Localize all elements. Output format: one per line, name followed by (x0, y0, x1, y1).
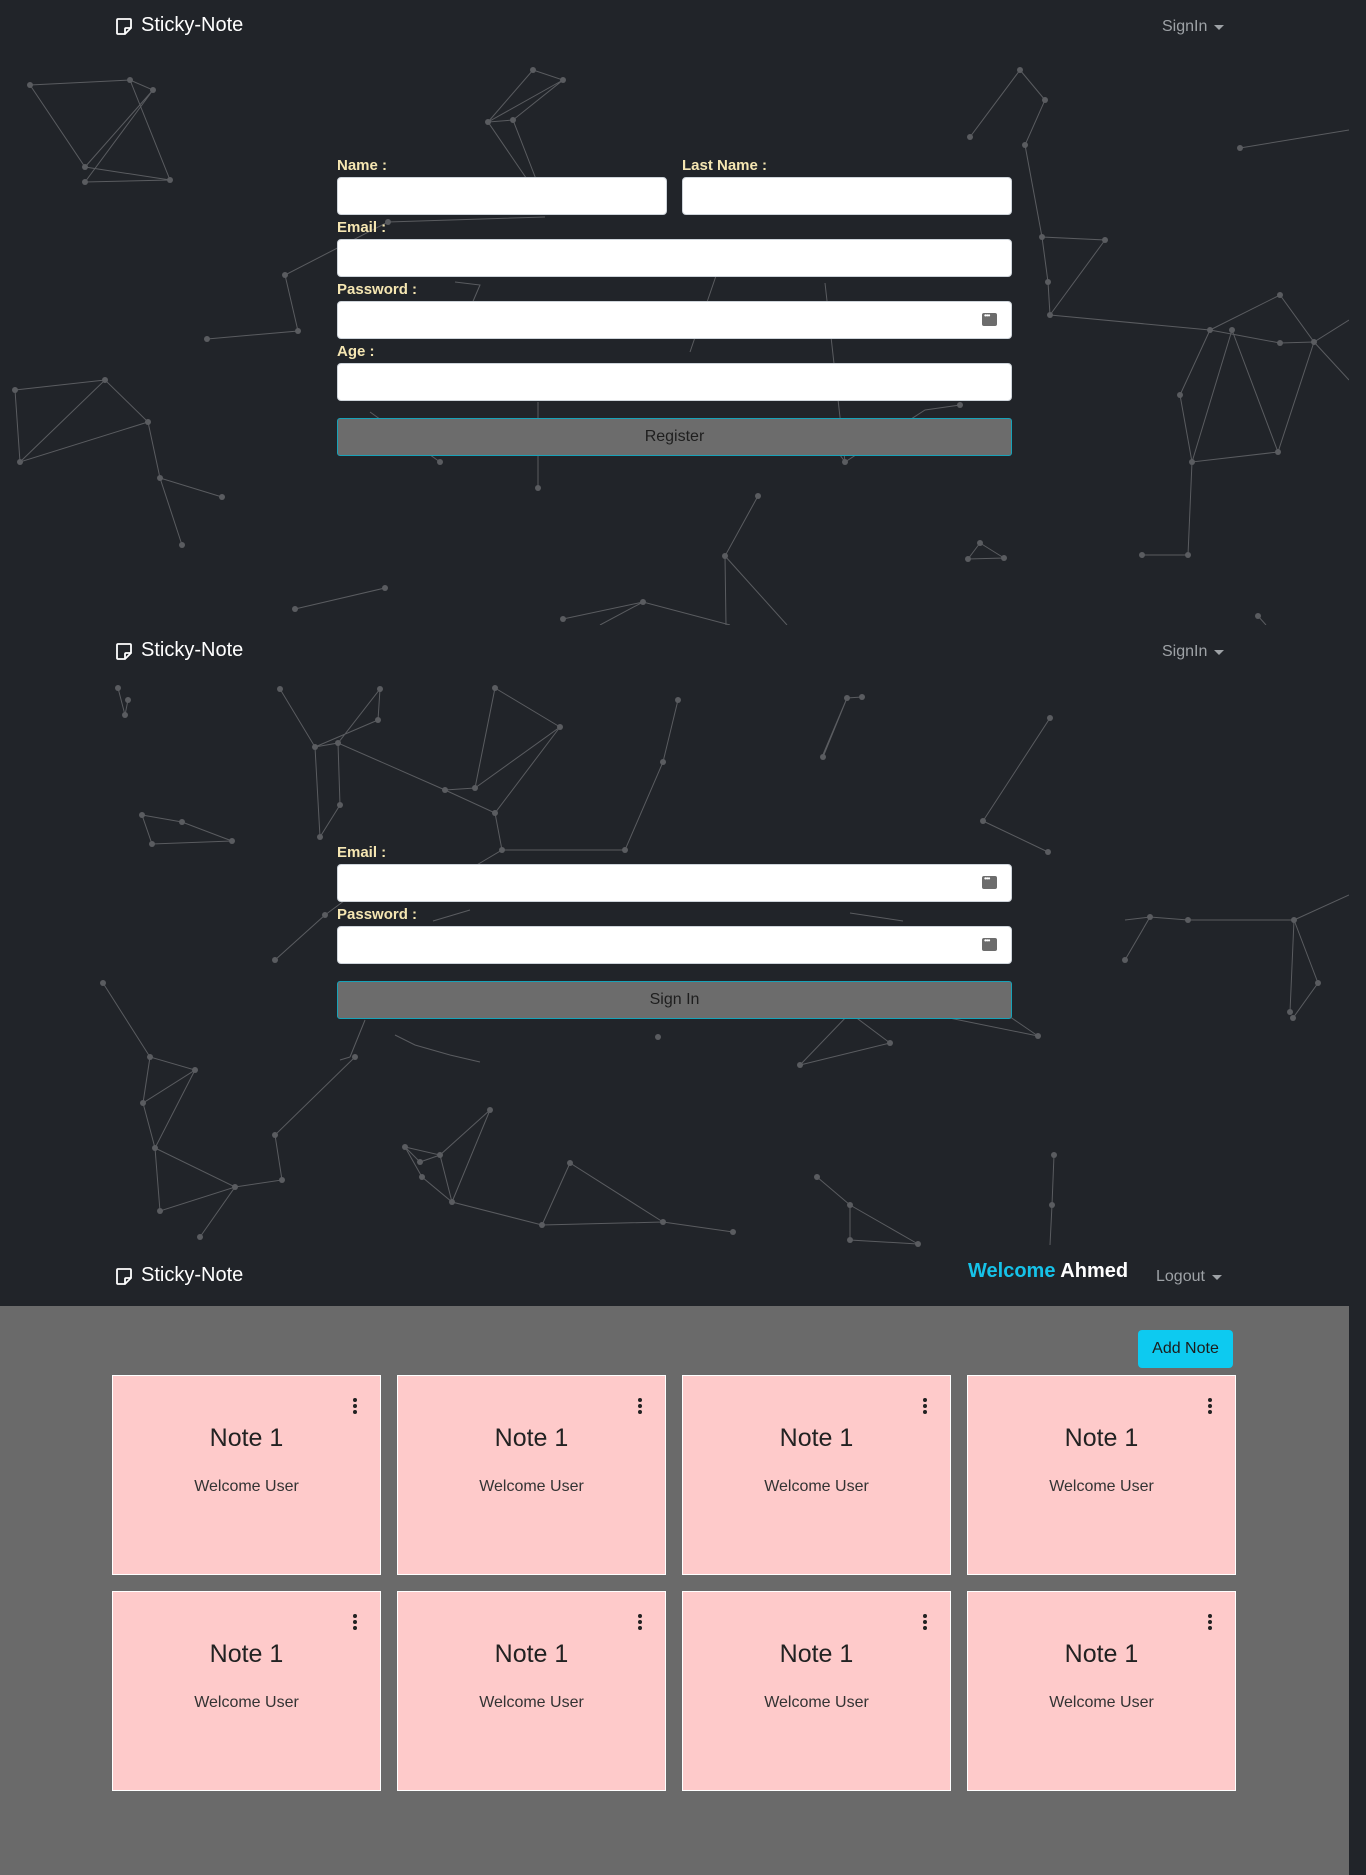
more-options-icon[interactable] (922, 1398, 928, 1416)
caret-down-icon (1214, 24, 1225, 30)
notes-screen: Sticky-Note Welcome Ahmed Logout Add Not… (0, 1250, 1349, 1875)
email-label: Email : (337, 844, 387, 861)
sticky-note-icon (116, 17, 132, 35)
note-card[interactable]: Note 1 Welcome User (397, 1375, 666, 1575)
note-card[interactable]: Note 1 Welcome User (967, 1375, 1236, 1575)
name-label: Name : (337, 157, 388, 174)
logout-dropdown[interactable]: Logout (1156, 1268, 1222, 1286)
caret-down-icon (1214, 649, 1225, 655)
note-title: Note 1 (494, 1640, 569, 1668)
signin-screen: Sticky-Note SignIn Email : Password : Si… (0, 625, 1349, 1250)
welcome-message: Welcome Ahmed (968, 1260, 1128, 1283)
navbar: Sticky-Note SignIn (0, 625, 1349, 681)
password-input[interactable] (337, 926, 1012, 964)
notes-area: Add Note Note 1 Welcome User Note 1 Welc… (0, 1306, 1349, 1875)
signin-dropdown-label: SignIn (1162, 643, 1208, 660)
brand-name: Sticky-Note (141, 1264, 244, 1286)
signin-dropdown[interactable]: SignIn (1162, 643, 1225, 661)
age-label: Age : (337, 343, 375, 360)
note-title: Note 1 (1064, 1640, 1139, 1668)
brand-link[interactable]: Sticky-Note (115, 639, 243, 662)
note-body: Welcome User (479, 1478, 584, 1495)
brand-name: Sticky-Note (141, 639, 244, 661)
note-body: Welcome User (764, 1478, 869, 1495)
note-body: Welcome User (764, 1694, 869, 1711)
password-manager-icon[interactable] (982, 311, 997, 326)
more-options-icon[interactable] (1207, 1614, 1213, 1632)
note-card[interactable]: Note 1 Welcome User (397, 1591, 666, 1791)
note-title: Note 1 (209, 1424, 284, 1452)
signin-button[interactable]: Sign In (337, 981, 1012, 1019)
last-name-label: Last Name : (682, 157, 768, 174)
note-card[interactable]: Note 1 Welcome User (967, 1591, 1236, 1791)
register-screen: Sticky-Note SignIn Name : Last Name : Em… (0, 0, 1349, 625)
note-card[interactable]: Note 1 Welcome User (682, 1375, 951, 1575)
email-input[interactable] (337, 864, 1012, 902)
user-name: Ahmed (1060, 1260, 1129, 1282)
signin-dropdown[interactable]: SignIn (1162, 18, 1225, 36)
note-body: Welcome User (194, 1478, 299, 1495)
email-label: Email : (337, 219, 387, 236)
password-label: Password : (337, 281, 418, 298)
note-title: Note 1 (1064, 1424, 1139, 1452)
note-card[interactable]: Note 1 Welcome User (682, 1591, 951, 1791)
password-manager-icon[interactable] (982, 936, 997, 951)
more-options-icon[interactable] (922, 1614, 928, 1632)
password-label: Password : (337, 906, 418, 923)
note-title: Note 1 (494, 1424, 569, 1452)
name-input[interactable] (337, 177, 667, 215)
navbar: Sticky-Note SignIn (0, 0, 1349, 56)
age-input[interactable] (337, 363, 1012, 401)
more-options-icon[interactable] (637, 1398, 643, 1416)
brand-link[interactable]: Sticky-Note (115, 14, 243, 37)
sticky-note-icon (116, 1267, 132, 1285)
register-button[interactable]: Register (337, 418, 1012, 456)
more-options-icon[interactable] (352, 1398, 358, 1416)
note-card[interactable]: Note 1 Welcome User (112, 1375, 381, 1575)
note-card[interactable]: Note 1 Welcome User (112, 1591, 381, 1791)
more-options-icon[interactable] (1207, 1398, 1213, 1416)
note-title: Note 1 (779, 1640, 854, 1668)
note-body: Welcome User (194, 1694, 299, 1711)
note-body: Welcome User (1049, 1478, 1154, 1495)
password-input[interactable] (337, 301, 1012, 339)
sticky-note-icon (116, 642, 132, 660)
email-input[interactable] (337, 239, 1012, 277)
add-note-button[interactable]: Add Note (1138, 1330, 1233, 1368)
password-manager-icon[interactable] (982, 874, 997, 889)
note-title: Note 1 (209, 1640, 284, 1668)
signin-dropdown-label: SignIn (1162, 18, 1208, 35)
more-options-icon[interactable] (352, 1614, 358, 1632)
note-body: Welcome User (1049, 1694, 1154, 1711)
navbar: Sticky-Note Welcome Ahmed Logout (0, 1250, 1349, 1306)
logout-dropdown-label: Logout (1156, 1268, 1205, 1285)
note-title: Note 1 (779, 1424, 854, 1452)
welcome-word: Welcome (968, 1260, 1056, 1282)
brand-link[interactable]: Sticky-Note (115, 1264, 243, 1287)
note-body: Welcome User (479, 1694, 584, 1711)
more-options-icon[interactable] (637, 1614, 643, 1632)
caret-down-icon (1211, 1274, 1222, 1280)
last-name-input[interactable] (682, 177, 1012, 215)
brand-name: Sticky-Note (141, 14, 244, 36)
